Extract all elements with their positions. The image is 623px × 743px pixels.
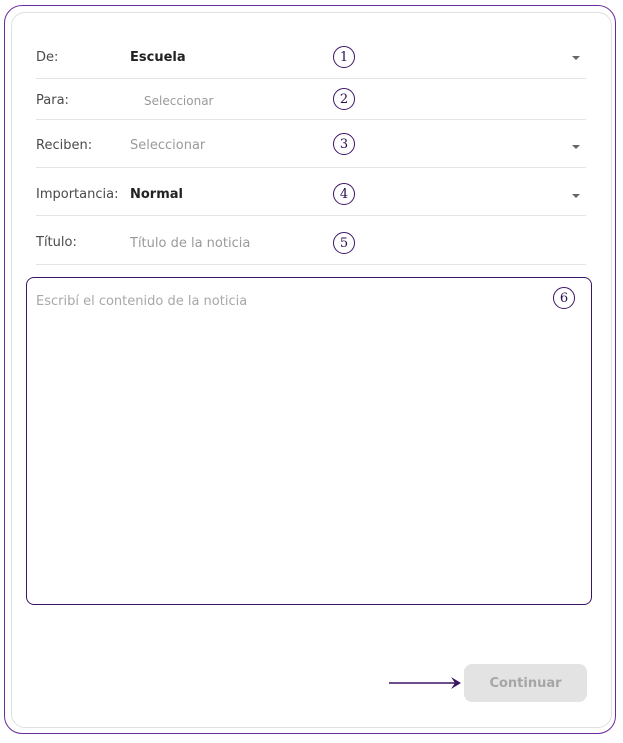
marker-1: 1 (333, 46, 355, 68)
title-label: Título: (36, 235, 77, 250)
importance-label: Importancia: (36, 187, 119, 202)
marker-4: 4 (333, 183, 355, 205)
recipients-row[interactable]: Reciben: Seleccionar (36, 119, 586, 168)
marker-5: 5 (333, 232, 355, 254)
title-input[interactable]: Título de la noticia (130, 236, 250, 251)
marker-3: 3 (333, 133, 355, 155)
from-row[interactable]: De: Escuela (36, 38, 586, 79)
recipients-select[interactable]: Seleccionar (130, 138, 205, 153)
chevron-down-icon[interactable] (572, 56, 580, 60)
content-placeholder: Escribí el contenido de la noticia (36, 294, 248, 309)
content-textarea[interactable]: Escribí el contenido de la noticia (26, 277, 592, 605)
importance-value[interactable]: Normal (130, 187, 183, 202)
to-label: Para: (36, 93, 69, 108)
to-select[interactable]: Seleccionar (144, 94, 213, 108)
marker-6: 6 (553, 287, 575, 309)
arrow-right-icon (389, 677, 461, 689)
title-row[interactable]: Título: Título de la noticia (36, 215, 586, 265)
importance-row[interactable]: Importancia: Normal (36, 167, 586, 216)
recipients-label: Reciben: (36, 138, 93, 153)
from-label: De: (36, 50, 59, 65)
continue-button[interactable]: Continuar (464, 664, 587, 702)
marker-2: 2 (333, 88, 355, 110)
to-row[interactable]: Para: Seleccionar (36, 78, 586, 120)
from-value[interactable]: Escuela (130, 50, 186, 65)
chevron-down-icon[interactable] (572, 194, 580, 198)
chevron-down-icon[interactable] (572, 145, 580, 149)
